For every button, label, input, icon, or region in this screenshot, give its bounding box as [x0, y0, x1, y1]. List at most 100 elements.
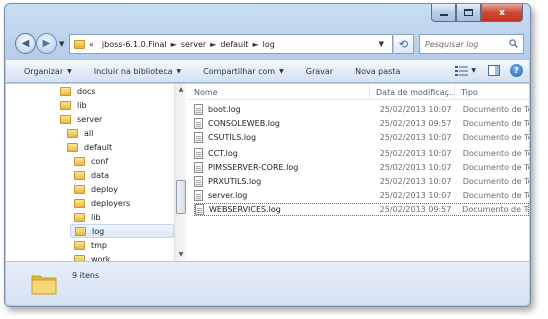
breadcrumb-overflow[interactable]: « — [89, 40, 94, 49]
search-input[interactable] — [425, 39, 505, 49]
file-type: Documento de Te... — [462, 105, 529, 114]
tree-item-label: conf — [91, 156, 109, 166]
tree-item-default[interactable]: default — [67, 140, 157, 154]
preview-pane-icon[interactable] — [488, 65, 500, 76]
chevron-right-icon[interactable]: ► — [252, 40, 258, 49]
tree-item-server[interactable]: server — [60, 112, 160, 126]
tree-item-tmp[interactable]: tmp — [74, 238, 164, 252]
burn-button[interactable]: Gravar — [306, 67, 333, 76]
file-date: 25/02/2013 10:07 — [379, 105, 452, 114]
chevron-down-icon: ▼ — [176, 67, 182, 75]
text-file-icon — [195, 204, 204, 215]
file-type: Documento de Te... — [462, 205, 528, 214]
file-row[interactable]: CSUTILS.log 25/02/2013 10:07 Documento d… — [194, 131, 529, 144]
file-name: PIMSSERVER-CORE.log — [208, 163, 299, 172]
refresh-icon: ⟲ — [398, 37, 409, 51]
column-type[interactable]: Tipo — [455, 84, 529, 100]
breadcrumb-default[interactable]: default — [220, 40, 248, 49]
file-name: server.log — [208, 191, 248, 200]
file-list: Nome Data de modificaç... Tipo boot.log … — [188, 84, 529, 261]
tree-item-docs[interactable]: docs — [60, 84, 160, 98]
file-type: Documento de Te... — [462, 191, 529, 200]
address-bar[interactable]: « jboss-6.1.0.Final ► server ► default ►… — [69, 34, 393, 54]
file-row[interactable]: CONSOLEWEB.log 25/02/2013 09:57 Document… — [194, 117, 529, 130]
command-bar: Organizar ▼ Incluir na biblioteca ▼ Compar… — [6, 59, 529, 83]
file-name: PRXUTILS.log — [208, 177, 262, 186]
file-row[interactable]: PRXUTILS.log 25/02/2013 10:07 Documento … — [194, 175, 529, 188]
recent-pages-dropdown[interactable]: ▼ — [59, 40, 64, 48]
tree-item-label: docs — [77, 86, 96, 96]
file-date: 25/02/2013 10:07 — [379, 191, 452, 200]
tree-item-label: server — [77, 114, 103, 124]
file-row[interactable]: server.log 25/02/2013 10:07 Documento de… — [194, 189, 529, 202]
help-icon[interactable]: ? — [510, 64, 523, 77]
file-row[interactable]: boot.log 25/02/2013 10:07 Documento de T… — [194, 103, 529, 116]
file-row-selected[interactable]: WEBSERVICES.log 25/02/2013 09:57 Documen… — [194, 203, 529, 216]
chevron-down-icon: ▼ — [67, 67, 72, 75]
address-dropdown-icon[interactable]: ▼ — [379, 40, 384, 48]
file-row[interactable]: PIMSSERVER-CORE.log 25/02/2013 10:07 Doc… — [194, 161, 529, 174]
scroll-up-icon[interactable]: ▲ — [176, 85, 186, 95]
column-date-modified[interactable]: Data de modificaç... — [370, 84, 455, 100]
file-name: CSUTILS.log — [208, 133, 257, 142]
folder-icon — [74, 184, 85, 194]
include-in-library-label: Incluir na biblioteca — [93, 66, 173, 76]
file-name: CCT.log — [208, 149, 238, 158]
share-with-label: Compartilhar com — [203, 66, 276, 76]
search-box[interactable] — [419, 34, 524, 54]
breadcrumb-server[interactable]: server — [181, 40, 206, 49]
address-row: ◀ ▶ ▼ « jboss-6.1.0.Final ► server ► def… — [13, 33, 526, 55]
folder-icon — [31, 275, 57, 295]
share-with-menu[interactable]: Compartilhar com ▼ — [203, 67, 284, 76]
tree-item-deployers[interactable]: deployers — [74, 196, 164, 210]
text-file-icon — [194, 190, 203, 201]
organize-menu[interactable]: Organizar ▼ — [24, 67, 72, 76]
minimize-icon — [439, 14, 448, 16]
breadcrumb-jboss[interactable]: jboss-6.1.0.Final — [102, 40, 167, 49]
item-count: 9 itens — [72, 271, 100, 280]
back-button[interactable]: ◀ — [15, 33, 36, 54]
tree-item-conf[interactable]: conf — [74, 154, 164, 168]
explorer-window: x ◀ ▶ ▼ « jboss-6.1.0.Final ► server ► d… — [4, 3, 531, 307]
view-dropdown-icon[interactable]: ▼ — [471, 67, 476, 74]
file-name: boot.log — [208, 105, 241, 114]
folder-icon — [74, 170, 85, 180]
file-row[interactable]: CCT.log 25/02/2013 10:07 Documento de Te… — [194, 147, 529, 160]
include-in-library-menu[interactable]: Incluir na biblioteca ▼ — [94, 67, 181, 76]
column-header: Nome Data de modificaç... Tipo — [188, 84, 529, 100]
view-options-icon[interactable] — [455, 65, 469, 76]
chevron-right-icon[interactable]: ► — [210, 40, 216, 49]
tree-item-log[interactable]: log — [70, 224, 174, 238]
breadcrumb-log[interactable]: log — [263, 40, 275, 49]
tree-item-label: data — [91, 170, 110, 180]
folder-icon — [67, 142, 78, 152]
tree-item-work[interactable]: work — [74, 252, 164, 261]
scrollbar-thumb[interactable] — [176, 180, 186, 214]
refresh-button[interactable]: ⟲ — [394, 34, 414, 54]
arrow-right-icon: ▶ — [42, 38, 51, 49]
maximize-button[interactable] — [456, 4, 481, 22]
file-name: CONSOLEWEB.log — [208, 119, 280, 128]
burn-label: Gravar — [305, 66, 334, 76]
tree-scrollbar[interactable]: ▲ ▼ — [174, 84, 186, 261]
file-date: 25/02/2013 09:57 — [379, 205, 452, 214]
search-icon[interactable] — [509, 39, 518, 48]
scroll-down-icon[interactable]: ▼ — [176, 250, 186, 260]
column-name[interactable]: Nome — [188, 84, 370, 100]
chevron-right-icon[interactable]: ► — [171, 40, 177, 49]
caption-buttons: x — [431, 4, 523, 22]
tree-item-data[interactable]: data — [74, 168, 164, 182]
tree-item-all[interactable]: all — [67, 126, 157, 140]
file-date: 25/02/2013 10:07 — [379, 163, 452, 172]
tree-item-lib-default[interactable]: lib — [74, 210, 164, 224]
new-folder-button[interactable]: Nova pasta — [355, 67, 400, 76]
organize-label: Organizar — [24, 66, 64, 76]
tree-item-lib[interactable]: lib — [60, 98, 160, 112]
minimize-button[interactable] — [431, 4, 456, 22]
close-button[interactable]: x — [481, 4, 523, 22]
forward-button[interactable]: ▶ — [36, 33, 57, 54]
tree-item-deploy[interactable]: deploy — [74, 182, 164, 196]
tree-item-label: all — [84, 128, 94, 138]
folder-icon — [74, 240, 85, 250]
file-date: 25/02/2013 10:07 — [379, 177, 452, 186]
